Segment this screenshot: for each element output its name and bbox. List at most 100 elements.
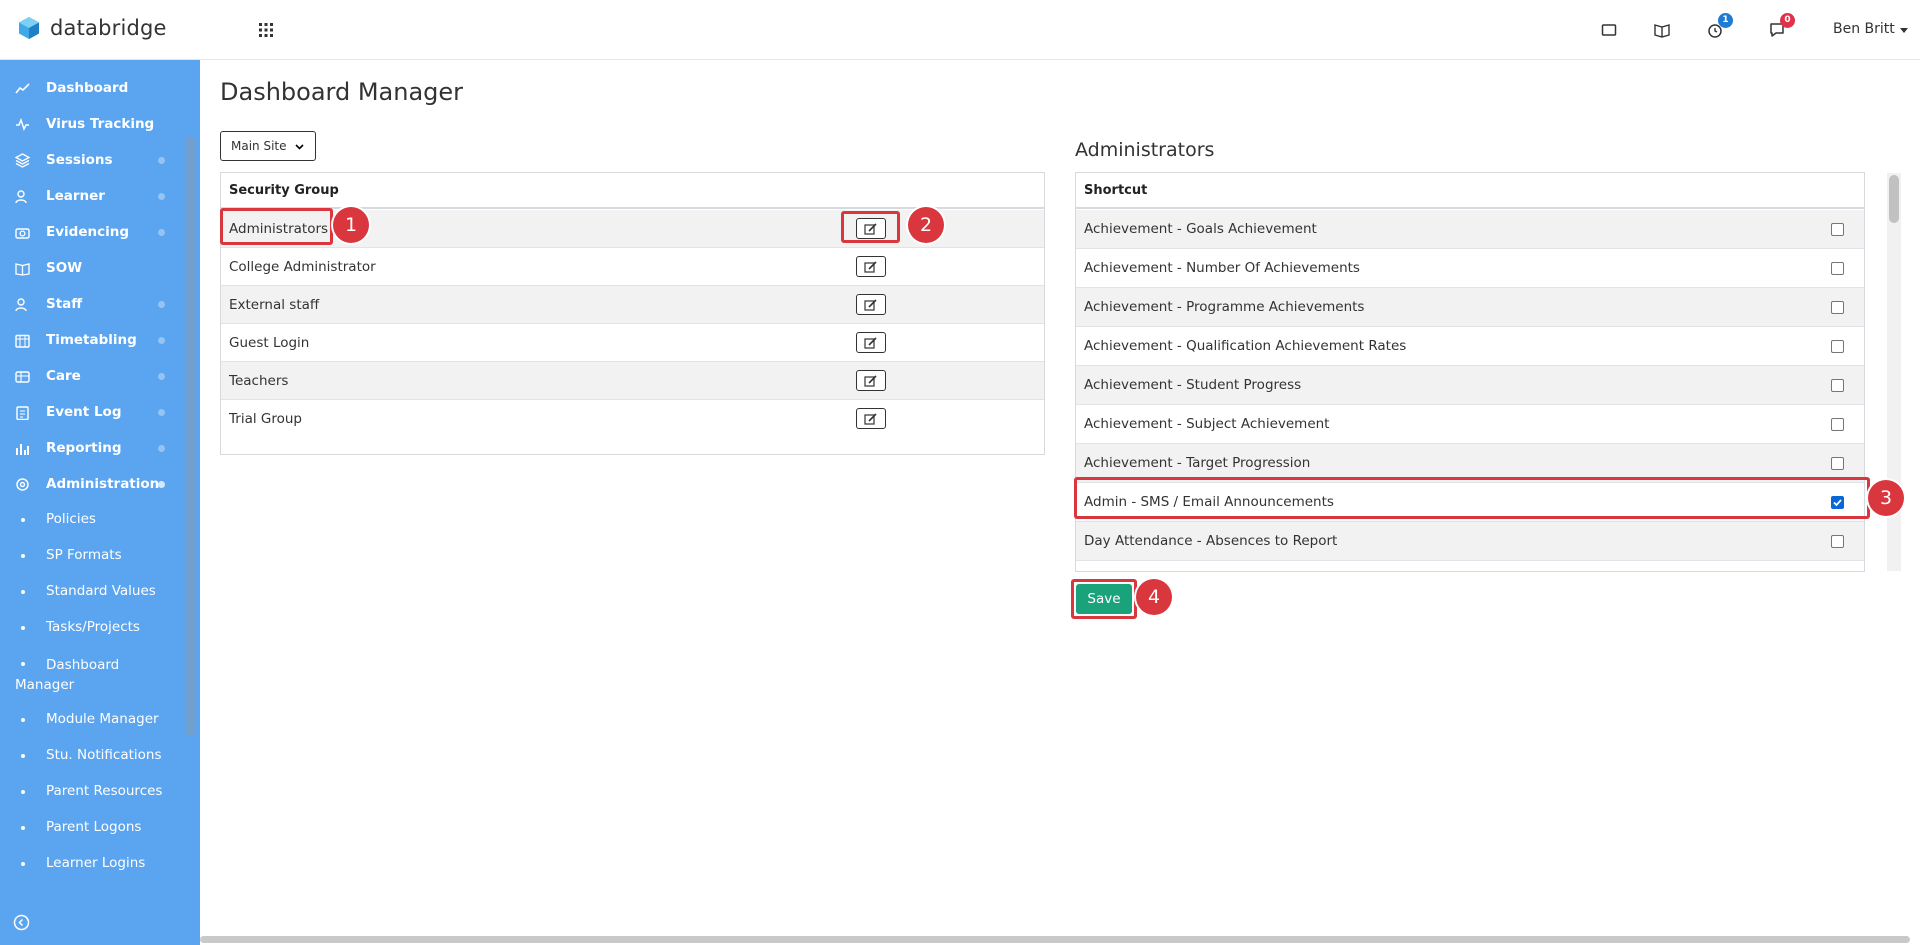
edit-button[interactable] <box>856 332 886 353</box>
sidebar-subitem-label: Tasks/Projects <box>46 619 140 635</box>
table-row[interactable]: Achievement - Qualification Achievement … <box>1076 327 1864 366</box>
annotation-number: 3 <box>1868 480 1904 516</box>
sidebar-item-virus-tracking[interactable]: Virus Tracking <box>0 106 186 142</box>
bullet-icon <box>21 590 25 594</box>
table-row[interactable]: Achievement - Student Progress <box>1076 366 1864 405</box>
sidebar-item-learner[interactable]: Learner <box>0 178 186 214</box>
table-row[interactable]: Achievement - Goals Achievement <box>1076 210 1864 249</box>
apps-grid-icon[interactable] <box>258 22 274 38</box>
shortcut-name: Day Attendance - Absences to Report <box>1084 533 1338 549</box>
messages-button[interactable]: 0 <box>1768 13 1795 39</box>
edit-button[interactable] <box>856 370 886 391</box>
book-icon <box>15 262 30 276</box>
site-select-value: Main Site <box>231 139 287 153</box>
shortcut-checkbox[interactable] <box>1831 262 1844 275</box>
notifications-button[interactable]: 1 <box>1706 13 1733 39</box>
expand-dot-icon <box>158 372 165 380</box>
security-group-name[interactable]: College Administrator <box>229 259 376 275</box>
shortcut-checkbox[interactable] <box>1831 379 1844 392</box>
site-select[interactable]: Main Site <box>220 131 316 161</box>
sidebar-subitem-stu-notifications[interactable]: Stu. Notifications <box>0 738 186 774</box>
table-row-partial[interactable] <box>1076 561 1864 571</box>
sidebar-item-event-log[interactable]: Event Log <box>0 394 186 430</box>
sidebar-subitem-dashboard-manager[interactable]: Dashboard Manager <box>0 646 186 702</box>
edit-button[interactable] <box>856 408 886 429</box>
annotation-number: 2 <box>908 207 944 243</box>
sidebar-subitem-learner-logins[interactable]: Learner Logins <box>0 846 186 882</box>
table-header: Shortcut <box>1076 173 1864 209</box>
users-icon <box>15 297 27 311</box>
sidebar-item-dashboard[interactable]: Dashboard <box>0 70 186 106</box>
horizontal-scrollbar[interactable] <box>200 936 1910 943</box>
sidebar-subitem-label: Standard Values <box>46 583 156 599</box>
shortcut-checkbox[interactable] <box>1831 340 1844 353</box>
sidebar-item-staff[interactable]: Staff <box>0 286 186 322</box>
sidebar-item-care[interactable]: Care <box>0 358 186 394</box>
security-group-name[interactable]: Guest Login <box>229 335 309 351</box>
sidebar-subitem-parent-resources[interactable]: Parent Resources <box>0 774 186 810</box>
top-bar: databridge 1 0 Ben Britt <box>0 0 1920 60</box>
sidebar-subitem-sp-formats[interactable]: SP Formats <box>0 538 186 574</box>
pulse-icon <box>16 117 29 131</box>
expand-dot-icon <box>158 444 165 452</box>
shortcut-checkbox[interactable] <box>1831 418 1844 431</box>
sidebar-subitem-policies[interactable]: Policies <box>0 502 186 538</box>
table-row[interactable]: External staff <box>221 286 1044 324</box>
shortcut-checkbox[interactable] <box>1831 223 1844 236</box>
window-icon[interactable] <box>1600 21 1618 39</box>
sidebar-item-label: Evidencing <box>46 224 129 240</box>
edit-button[interactable] <box>856 294 886 315</box>
bullet-icon <box>21 518 25 522</box>
table-row[interactable]: Achievement - Programme Achievements <box>1076 288 1864 327</box>
shortcut-name: Achievement - Target Progression <box>1084 455 1311 471</box>
bullet-icon <box>21 862 25 866</box>
book-open-icon[interactable] <box>1653 21 1671 39</box>
shortcut-checkbox[interactable] <box>1831 301 1844 314</box>
sidebar-scrollbar[interactable] <box>186 136 195 736</box>
users-icon <box>15 189 27 203</box>
annotation-box <box>841 211 900 243</box>
sidebar-item-timetabling[interactable]: Timetabling <box>0 322 186 358</box>
sidebar-subitem-module-manager[interactable]: Module Manager <box>0 702 186 738</box>
sidebar-item-label: Event Log <box>46 404 122 420</box>
bullet-icon <box>21 826 25 830</box>
sidebar-item-sow[interactable]: SOW <box>0 250 186 286</box>
bullet-icon <box>21 626 25 630</box>
shortcut-checkbox[interactable] <box>1831 457 1844 470</box>
sidebar-item-sessions[interactable]: Sessions <box>0 142 186 178</box>
shortcut-checkbox[interactable] <box>1831 535 1844 548</box>
sidebar-item-administration[interactable]: Administration <box>0 466 186 502</box>
sidebar-subitem-parent-logons[interactable]: Parent Logons <box>0 810 186 846</box>
sidebar-item-label: Sessions <box>46 152 113 168</box>
sidebar-subitem-standard-values[interactable]: Standard Values <box>0 574 186 610</box>
security-group-name[interactable]: Teachers <box>229 373 288 389</box>
logo[interactable]: databridge <box>18 16 167 40</box>
sidebar-subitem-tasks-projects[interactable]: Tasks/Projects <box>0 610 186 646</box>
shortcut-scrollbar[interactable] <box>1889 175 1899 223</box>
security-group-name[interactable]: Trial Group <box>229 411 302 427</box>
table-row[interactable]: Guest Login <box>221 324 1044 362</box>
security-group-name[interactable]: External staff <box>229 297 319 313</box>
sidebar-item-evidencing[interactable]: Evidencing <box>0 214 186 250</box>
table-row[interactable]: Day Attendance - Absences to Report <box>1076 522 1864 561</box>
table-row[interactable]: Achievement - Number Of Achievements <box>1076 249 1864 288</box>
sidebar-item-reporting[interactable]: Reporting <box>0 430 186 466</box>
logo-cube-icon <box>19 17 39 39</box>
sidebar-subitem-label: SP Formats <box>46 547 122 563</box>
table-row[interactable]: Trial Group <box>221 400 1044 438</box>
sidebar-item-label: Staff <box>46 296 83 312</box>
layers-icon <box>15 152 30 168</box>
camera-icon <box>15 227 30 239</box>
shortcut-name: Achievement - Programme Achievements <box>1084 299 1365 315</box>
expand-dot-icon <box>158 408 165 416</box>
edit-button[interactable] <box>856 256 886 277</box>
chevron-down-icon <box>1899 27 1908 33</box>
table-row[interactable]: College Administrator <box>221 248 1044 286</box>
annotation-box <box>1071 579 1137 619</box>
collapse-sidebar-icon[interactable] <box>13 914 30 931</box>
sidebar-subitem-label: Stu. Notifications <box>46 747 162 763</box>
table-row[interactable]: Achievement - Subject Achievement <box>1076 405 1864 444</box>
user-menu[interactable]: Ben Britt <box>1833 21 1908 37</box>
table-row[interactable]: Teachers <box>221 362 1044 400</box>
annotation-box <box>220 208 333 245</box>
